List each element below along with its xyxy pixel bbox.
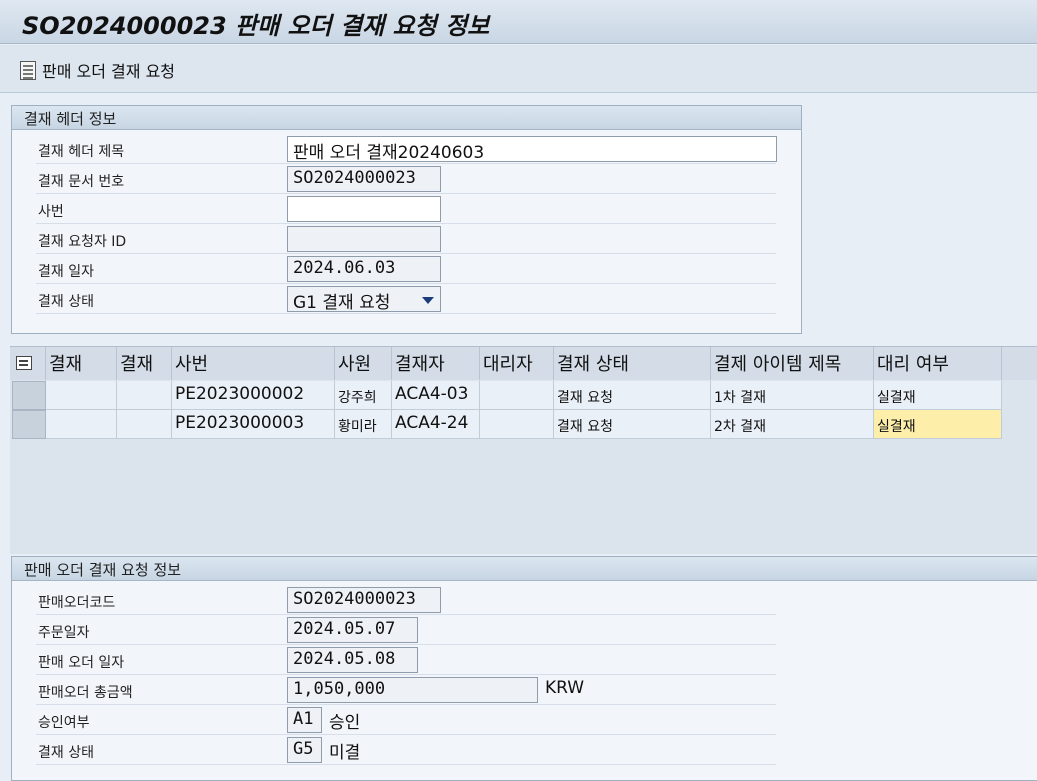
title-bar: SO2024000023 판매 오더 결재 요청 정보 bbox=[0, 0, 1037, 44]
cell-approval-1 bbox=[46, 410, 117, 439]
cell-proxy bbox=[480, 381, 554, 410]
cell-emp-no: PE2023000002 bbox=[172, 381, 335, 410]
table-settings-button[interactable] bbox=[10, 347, 46, 380]
cell-employee: 황미라 bbox=[335, 410, 392, 439]
column-header-approval-2[interactable]: 결재 bbox=[117, 347, 172, 380]
doc-number-label: 결재 문서 번호 bbox=[38, 174, 125, 190]
column-header-emp-no[interactable]: 사번 bbox=[172, 347, 335, 380]
header-title-input[interactable]: 판매 오더 결재20240603 bbox=[287, 136, 777, 162]
cell-approval-1 bbox=[46, 381, 117, 410]
cell-employee: 강주희 bbox=[335, 381, 392, 410]
cell-item-title: 2차 결재 bbox=[711, 410, 874, 439]
field-row-approval-date: 결재 일자 2024.06.03 bbox=[36, 255, 776, 284]
approval-header-group-title: 결재 헤더 정보 bbox=[12, 106, 801, 130]
document-icon bbox=[20, 60, 36, 80]
approval-status-dropdown[interactable]: G1 결재 요청 bbox=[287, 286, 441, 312]
order-approval-status-label: 결재 상태 bbox=[38, 745, 94, 761]
column-header-item-title[interactable]: 결제 아이템 제목 bbox=[711, 347, 874, 380]
cell-approver: ACA4-03 bbox=[392, 381, 480, 410]
field-row-header-title: 결재 헤더 제목 판매 오더 결재20240603 bbox=[36, 135, 777, 164]
cell-status: 결재 요청 bbox=[554, 381, 711, 410]
field-row-sales-order-date: 판매 오더 일자 2024.05.08 bbox=[36, 646, 776, 675]
field-row-order-date: 주문일자 2024.05.07 bbox=[36, 616, 776, 645]
table-row[interactable]: PE2023000002 강주희 ACA4-03 결재 요청 1차 결재 실결재 bbox=[10, 381, 1002, 410]
field-row-order-approval-status: 결재 상태 G5 미결 bbox=[36, 736, 776, 765]
approval-date-field: 2024.06.03 bbox=[287, 256, 441, 282]
page-title: SO2024000023 판매 오더 결재 요청 정보 bbox=[22, 12, 490, 40]
cell-approver: ACA4-24 bbox=[392, 410, 480, 439]
cell-proxy-flag-selected[interactable]: 실결재 bbox=[874, 410, 1002, 439]
column-header-employee[interactable]: 사원 bbox=[335, 347, 392, 380]
approval-flag-text: 승인 bbox=[329, 713, 361, 733]
cell-item-title: 1차 결재 bbox=[711, 381, 874, 410]
column-header-proxy[interactable]: 대리자 bbox=[480, 347, 554, 380]
sales-order-date-field: 2024.05.08 bbox=[287, 647, 418, 673]
table-header: 결재 결재 사번 사원 결재자 대리자 결재 상태 결제 아이템 제목 대리 여… bbox=[10, 347, 1037, 380]
field-row-approval-flag: 승인여부 A1 승인 bbox=[36, 706, 776, 735]
field-row-approval-status: 결재 상태 G1 결재 요청 bbox=[36, 285, 776, 314]
cell-approval-2 bbox=[117, 381, 172, 410]
field-row-total-amount: 판매오더 총금액 1,050,000 KRW bbox=[36, 676, 776, 705]
column-header-approval-1[interactable]: 결재 bbox=[46, 347, 117, 380]
currency-label: KRW bbox=[545, 678, 585, 698]
approval-request-label: 판매 오더 결재 요청 bbox=[42, 62, 176, 81]
order-approval-status-field: G5 bbox=[287, 737, 322, 763]
header-title-label: 결재 헤더 제목 bbox=[38, 144, 125, 160]
field-row-order-code: 판매오더코드 SO2024000023 bbox=[36, 586, 776, 615]
approval-status-label: 결재 상태 bbox=[38, 294, 94, 310]
application-toolbar: 판매 오더 결재 요청 bbox=[0, 45, 1037, 93]
cell-proxy-flag: 실결재 bbox=[874, 381, 1002, 410]
sales-order-date-label: 판매 오더 일자 bbox=[38, 655, 125, 671]
dropdown-arrow-icon[interactable] bbox=[422, 297, 434, 304]
approval-flag-label: 승인여부 bbox=[38, 715, 90, 731]
order-code-label: 판매오더코드 bbox=[38, 595, 116, 611]
order-date-field: 2024.05.07 bbox=[287, 617, 418, 643]
approval-line-table: 결재 결재 사번 사원 결재자 대리자 결재 상태 결제 아이템 제목 대리 여… bbox=[10, 346, 1037, 554]
column-header-status[interactable]: 결재 상태 bbox=[554, 347, 711, 380]
total-amount-label: 판매오더 총금액 bbox=[38, 685, 133, 701]
requester-id-field bbox=[287, 226, 441, 252]
order-code-field: SO2024000023 bbox=[287, 587, 441, 613]
row-selector[interactable] bbox=[12, 381, 46, 410]
cell-status: 결재 요청 bbox=[554, 410, 711, 439]
sales-order-group-title: 판매 오더 결재 요청 정보 bbox=[12, 557, 1037, 581]
field-row-doc-number: 결재 문서 번호 SO2024000023 bbox=[36, 165, 776, 194]
column-header-proxy-flag[interactable]: 대리 여부 bbox=[874, 347, 1002, 380]
emp-no-label: 사번 bbox=[38, 204, 64, 220]
field-row-emp-no: 사번 bbox=[36, 195, 776, 224]
table-settings-icon bbox=[16, 356, 32, 370]
table-row[interactable]: PE2023000003 황미라 ACA4-24 결재 요청 2차 결재 실결재 bbox=[10, 410, 1002, 439]
emp-no-input[interactable] bbox=[287, 196, 441, 222]
row-selector[interactable] bbox=[12, 410, 46, 439]
approval-status-value: G1 결재 요청 bbox=[293, 293, 391, 312]
sales-order-group: 판매 오더 결재 요청 정보 판매오더코드 SO2024000023 주문일자 … bbox=[11, 556, 1037, 781]
column-header-approver[interactable]: 결재자 bbox=[392, 347, 480, 380]
approval-request-button[interactable]: 판매 오더 결재 요청 bbox=[20, 59, 175, 81]
total-amount-field: 1,050,000 bbox=[287, 677, 538, 703]
approval-flag-field: A1 bbox=[287, 707, 322, 733]
order-date-label: 주문일자 bbox=[38, 625, 90, 641]
approval-date-label: 결재 일자 bbox=[38, 264, 94, 280]
doc-number-field: SO2024000023 bbox=[287, 166, 441, 192]
approval-header-group: 결재 헤더 정보 결재 헤더 제목 판매 오더 결재20240603 결재 문서… bbox=[11, 105, 802, 334]
requester-id-label: 결재 요청자 ID bbox=[38, 234, 127, 250]
cell-emp-no: PE2023000003 bbox=[172, 410, 335, 439]
field-row-requester-id: 결재 요청자 ID bbox=[36, 225, 776, 254]
order-approval-status-text: 미결 bbox=[329, 743, 361, 763]
cell-approval-2 bbox=[117, 410, 172, 439]
cell-proxy bbox=[480, 410, 554, 439]
